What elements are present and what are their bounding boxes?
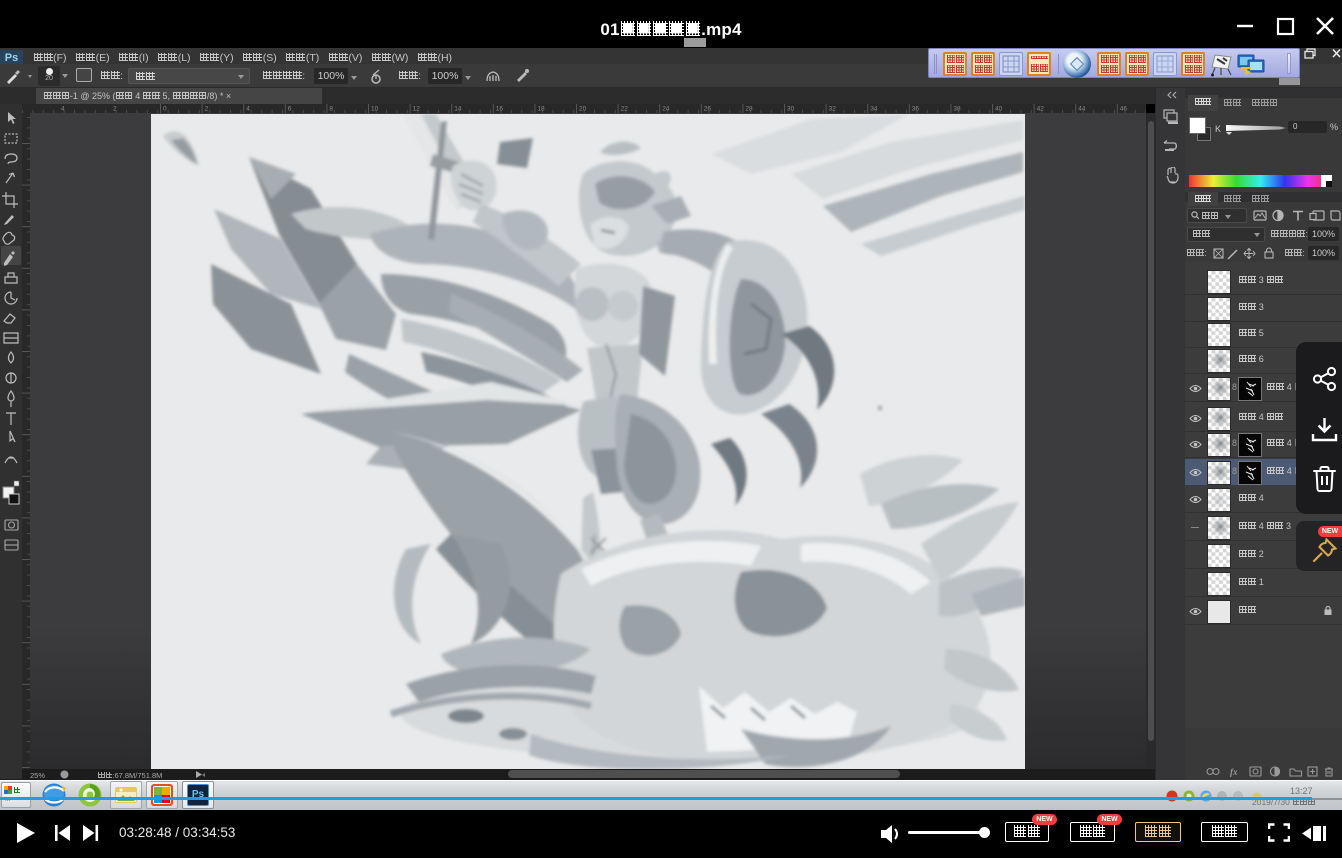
svg-text:34: 34: [870, 106, 878, 113]
svg-text:6: 6: [288, 106, 292, 113]
svg-text:0: 0: [163, 106, 167, 113]
svg-text:22: 22: [621, 106, 629, 113]
svg-text:24: 24: [662, 106, 670, 113]
svg-text:32: 32: [829, 106, 837, 113]
svg-text:4: 4: [246, 106, 250, 113]
svg-text:38: 38: [953, 106, 961, 113]
svg-text:40: 40: [995, 106, 1003, 113]
svg-text:42: 42: [1037, 106, 1045, 113]
svg-text:46: 46: [1120, 106, 1128, 113]
svg-text:28: 28: [745, 106, 753, 113]
svg-text:4: 4: [61, 106, 65, 113]
svg-text:26: 26: [704, 106, 712, 113]
svg-text:14: 14: [454, 106, 462, 113]
svg-text:30: 30: [787, 106, 795, 113]
svg-text:18: 18: [537, 106, 545, 113]
svg-text:8: 8: [329, 106, 333, 113]
svg-text:10: 10: [371, 106, 379, 113]
svg-text:20: 20: [579, 106, 587, 113]
svg-text:2: 2: [205, 106, 209, 113]
svg-text:16: 16: [496, 106, 504, 113]
svg-text:2: 2: [113, 106, 117, 113]
svg-text:44: 44: [1078, 106, 1086, 113]
svg-text:12: 12: [413, 106, 421, 113]
svg-text:36: 36: [912, 106, 920, 113]
svg-text:fx: fx: [1230, 767, 1238, 777]
